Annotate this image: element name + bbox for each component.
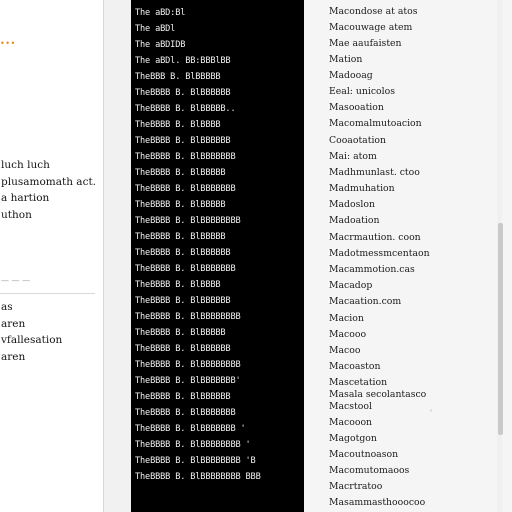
left-item[interactable]: aren	[1, 316, 62, 333]
list-item[interactable]: Madotmessmcentaon	[329, 248, 430, 260]
left-section-2: as aren vfallesation aren	[1, 299, 62, 365]
terminal-pane[interactable]: The aBD:Bl The aBDl The aBDIDB The aBDl. BB…	[131, 0, 304, 512]
terminal-line: TheBBBB B. BlBBBBBBBB 'B	[135, 456, 256, 466]
left-muted-label: — — —	[1, 276, 31, 285]
terminal-line: TheBBBB B. BlBBBBBB	[135, 392, 231, 402]
terminal-line: TheBBBB B. BlBBBB	[135, 280, 221, 290]
terminal-line: TheBBBB B. BlBBBBB..	[135, 104, 236, 114]
list-item[interactable]: Macouwage atem	[329, 22, 412, 34]
list-item[interactable]: Macadop	[329, 280, 372, 292]
left-item[interactable]: aren	[1, 349, 62, 366]
terminal-line: TheBBBB B. BlBBBBBBBB BBB	[135, 472, 261, 482]
list-item[interactable]: Madhmunlast. ctoo	[329, 167, 420, 179]
terminal-line: TheBBBB B. BlBBBBB	[135, 200, 226, 210]
terminal-line: TheBBBB B. BlBBBBB	[135, 328, 226, 338]
list-item[interactable]: Macooon	[329, 417, 372, 429]
left-item[interactable]: plusamomath act.	[1, 174, 96, 191]
terminal-line: TheBBBB B. BlBBBBBB	[135, 88, 231, 98]
terminal-line: TheBBBB B. BlBBBB	[135, 120, 221, 130]
list-item[interactable]: Masammasthooocoo	[329, 497, 425, 509]
list-item[interactable]: Macomutomaoos	[329, 465, 409, 477]
terminal-line: TheBBBB B. BlBBBBBBB '	[135, 424, 246, 434]
terminal-line: TheBBBB B. BlBBBBBB	[135, 248, 231, 258]
terminal-line: TheBBBB B. BlBBBBBB	[135, 296, 231, 306]
gap-strip	[104, 0, 131, 512]
left-item[interactable]: vfallesation	[1, 332, 62, 349]
list-item[interactable]: Macomalmutoacion	[329, 118, 422, 130]
list-item[interactable]: Macoaston	[329, 361, 381, 373]
list-item[interactable]: Mation	[329, 54, 362, 66]
list-item[interactable]: Macrmaution. coon	[329, 232, 421, 244]
list-item[interactable]: Mai: atom	[329, 151, 377, 163]
list-item[interactable]: Macammotion.cas	[329, 264, 415, 276]
list-item[interactable]: Eeal: unicolos	[329, 86, 395, 98]
terminal-line: TheBBBB B. BlBBBBBBB'	[135, 376, 241, 386]
left-item[interactable]: a hartion	[1, 190, 96, 207]
scrollbar-thumb[interactable]	[498, 223, 503, 435]
terminal-line: TheBBBB B. BlBBBBBBBB	[135, 216, 241, 226]
list-item[interactable]: Madoation	[329, 215, 379, 227]
right-panel: ' Macondose at atos Macouwage atem Mae aau…	[305, 0, 512, 512]
terminal-line: TheBBBB B. BlBBBBBBBB	[135, 312, 241, 322]
tiny-mark: '	[430, 409, 432, 417]
list-item[interactable]: Mascetation	[329, 377, 387, 389]
terminal-line: TheBBBB B. BlBBBBB	[135, 232, 226, 242]
list-item[interactable]: Madooag	[329, 70, 373, 82]
terminal-line: TheBBBB B. BlBBBBBBB	[135, 408, 236, 418]
left-panel: • • • luch luch plusamomath act. a harti…	[0, 0, 104, 512]
list-item[interactable]: Cooaotation	[329, 135, 386, 147]
list-item[interactable]: Macoo	[329, 345, 360, 357]
list-item[interactable]: Macoutnoason	[329, 449, 398, 461]
list-item[interactable]: Macaation.com	[329, 296, 401, 308]
terminal-line: TheBBBB B. BlBBBBBB	[135, 136, 231, 146]
list-item[interactable]: Masala secolantasco	[329, 389, 426, 401]
list-item[interactable]: Magotgon	[329, 433, 377, 445]
list-item[interactable]: Madoslon	[329, 199, 375, 211]
terminal-line: TheBBBB B. BlBBBBBB	[135, 344, 231, 354]
list-item[interactable]: Macooo	[329, 329, 366, 341]
left-item[interactable]: as	[1, 299, 62, 316]
terminal-line: The aBDl. BB:BBBlBB	[135, 56, 231, 66]
terminal-line: The aBD:Bl	[135, 8, 186, 18]
left-divider	[0, 293, 95, 294]
terminal-line: TheBBBB B. BlBBBBBBB	[135, 264, 236, 274]
list-item[interactable]: Macstool	[329, 401, 372, 413]
terminal-line: The aBDl	[135, 24, 176, 34]
left-item[interactable]: luch luch	[1, 157, 96, 174]
list-item[interactable]: Macondose at atos	[329, 6, 418, 18]
terminal-line: TheBBBB B. BlBBBBBBB	[135, 184, 236, 194]
list-item[interactable]: Macrtratoo	[329, 481, 382, 493]
terminal-line: TheBBBB B. BlBBBBBBBB	[135, 360, 241, 370]
list-item[interactable]: Madmuhation	[329, 183, 395, 195]
terminal-line: TheBBBB B. BlBBBBB	[135, 168, 226, 178]
accent-dots: • • •	[0, 39, 15, 48]
list-item[interactable]: Macion	[329, 313, 364, 325]
list-item[interactable]: Mae aaufaisten	[329, 38, 402, 50]
terminal-line: TheBBBB B. BlBBBBBBBB '	[135, 440, 251, 450]
left-item[interactable]: uthon	[1, 207, 96, 224]
terminal-line: The aBDIDB	[135, 40, 186, 50]
left-section-1: luch luch plusamomath act. a hartion uth…	[1, 157, 96, 223]
terminal-line: TheBBB B. BlBBBBB	[135, 72, 221, 82]
list-item[interactable]: Masooation	[329, 102, 384, 114]
terminal-line: TheBBBB B. BlBBBBBBB	[135, 152, 236, 162]
